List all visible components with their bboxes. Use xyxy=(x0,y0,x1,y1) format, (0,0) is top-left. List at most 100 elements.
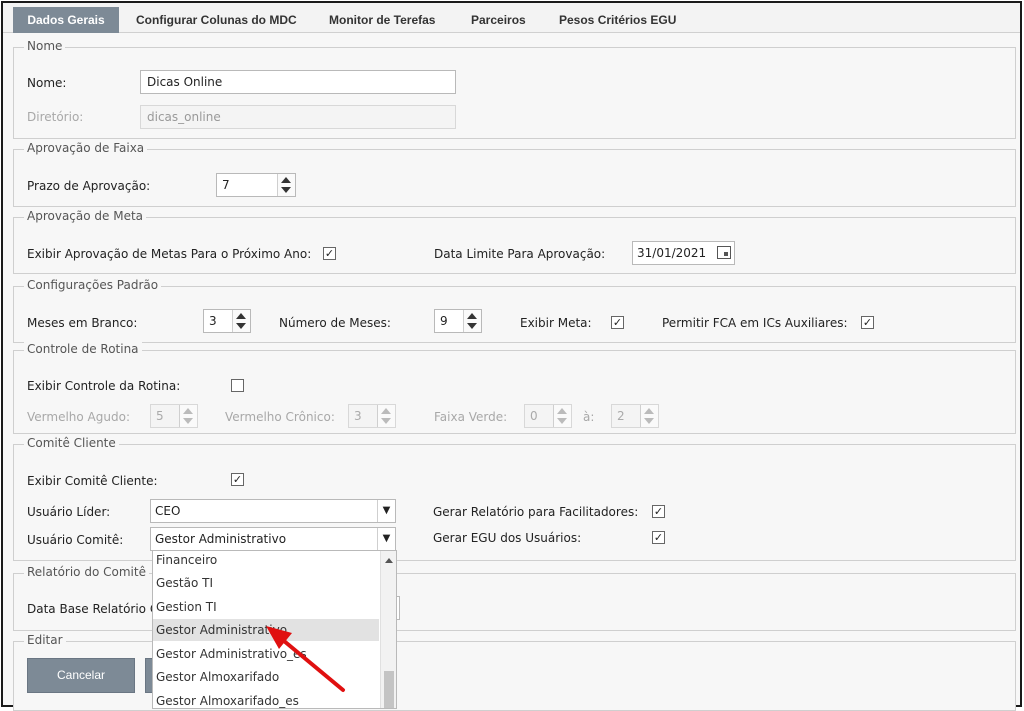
nome-label: Nome: xyxy=(27,76,67,90)
stepper-down-icon xyxy=(381,418,391,424)
stepper-up-icon xyxy=(183,408,193,414)
meses-branco-stepper[interactable]: 3 xyxy=(203,309,251,333)
app-window: Dados Gerais Configurar Colunas do MDC M… xyxy=(1,1,1022,711)
stepper-up-icon xyxy=(644,408,654,414)
dropdown-item-gestao-ti[interactable]: Gestão TI xyxy=(153,572,379,594)
dropdown-item-gestor-almoxarifado-es[interactable]: Gestor Almoxarifado_es xyxy=(153,690,379,708)
stepper-arrows[interactable] xyxy=(232,310,250,332)
vermelho-agudo-value: 5 xyxy=(156,409,164,423)
gerar-egu-label: Gerar EGU dos Usuários: xyxy=(433,531,582,545)
usuario-lider-label: Usuário Líder: xyxy=(27,505,111,519)
stepper-arrows xyxy=(640,405,658,427)
chevron-down-icon[interactable]: ▼ xyxy=(377,500,395,522)
vermelho-cronico-stepper: 3 xyxy=(348,404,396,428)
group-comite-cliente: Comitê Cliente Exibir Comitê Cliente: ✓ … xyxy=(13,436,1016,561)
scroll-up-icon[interactable] xyxy=(385,558,393,563)
nome-input[interactable]: Dicas Online xyxy=(140,70,456,94)
usuario-comite-dropdown[interactable]: Financeiro Gestão TI Gestion TI Gestor A… xyxy=(152,550,397,709)
tab-parceiros[interactable]: Parceiros xyxy=(471,7,526,33)
stepper-up-icon[interactable] xyxy=(236,313,246,319)
usuario-lider-value: CEO xyxy=(155,504,181,518)
stepper-down-icon[interactable] xyxy=(281,187,291,193)
exibir-meta-label: Exibir Meta: xyxy=(520,316,592,330)
faixa-verde-label: Faixa Verde: xyxy=(434,410,508,424)
data-base-relatorio-label: Data Base Relatório C xyxy=(27,602,159,616)
prazo-aprovacao-label: Prazo de Aprovação: xyxy=(27,179,151,193)
scrollbar-thumb[interactable] xyxy=(384,671,394,708)
exibir-comite-checkbox[interactable]: ✓ xyxy=(231,473,244,486)
chevron-down-icon[interactable]: ▼ xyxy=(377,528,395,550)
exibir-aprovacao-metas-checkbox[interactable]: ✓ xyxy=(323,247,336,260)
usuario-comite-label: Usuário Comitê: xyxy=(27,533,124,547)
stepper-down-icon[interactable] xyxy=(467,323,477,329)
group-comite-legend: Comitê Cliente xyxy=(24,436,119,450)
exibir-meta-checkbox[interactable]: ✓ xyxy=(611,316,624,329)
dropdown-item-gestor-administrativo-es[interactable]: Gestor Administrativo_es xyxy=(153,643,379,665)
stepper-arrows xyxy=(179,405,197,427)
stepper-down-icon xyxy=(557,418,567,424)
dropdown-item-financeiro[interactable]: Financeiro xyxy=(153,551,379,571)
group-nome: Nome Nome: Dicas Online Diretório: dicas… xyxy=(13,39,1016,139)
group-aprovacao-meta: Aprovação de Meta Exibir Aprovação de Me… xyxy=(13,209,1016,274)
calendar-icon[interactable] xyxy=(717,246,731,259)
stepper-arrows xyxy=(553,405,571,427)
diretorio-input: dicas_online xyxy=(140,105,456,129)
stepper-down-icon xyxy=(644,418,654,424)
prazo-aprovacao-value: 7 xyxy=(222,178,230,192)
stepper-arrows[interactable] xyxy=(277,174,295,196)
tab-pesos-criterios[interactable]: Pesos Critérios EGU xyxy=(559,7,676,33)
vermelho-agudo-label: Vermelho Agudo: xyxy=(27,410,130,424)
tab-dados-gerais[interactable]: Dados Gerais xyxy=(13,7,119,33)
exibir-controle-rotina-label: Exibir Controle da Rotina: xyxy=(27,379,181,393)
tab-bar: Dados Gerais Configurar Colunas do MDC M… xyxy=(3,3,1020,33)
dropdown-scrollbar[interactable] xyxy=(380,551,396,708)
vermelho-cronico-label: Vermelho Crônico: xyxy=(225,410,335,424)
group-controle-rotina: Controle de Rotina Exibir Controle da Ro… xyxy=(13,342,1016,434)
permitir-fca-label: Permitir FCA em ICs Auxiliares: xyxy=(662,316,848,330)
tab-configurar-colunas[interactable]: Configurar Colunas do MDC xyxy=(136,7,297,33)
faixa-verde-value: 0 xyxy=(530,409,538,423)
stepper-up-icon[interactable] xyxy=(467,313,477,319)
group-aprovacao-faixa: Aprovação de Faixa Prazo de Aprovação: 7 xyxy=(13,141,1016,207)
gerar-egu-checkbox[interactable]: ✓ xyxy=(652,531,665,544)
meses-branco-value: 3 xyxy=(209,314,217,328)
stepper-arrows xyxy=(377,405,395,427)
diretorio-label: Diretório: xyxy=(27,110,84,124)
meses-branco-label: Meses em Branco: xyxy=(27,316,138,330)
gerar-relatorio-label: Gerar Relatório para Facilitadores: xyxy=(433,505,639,519)
tab-monitor-terefas[interactable]: Monitor de Terefas xyxy=(329,7,435,33)
usuario-comite-select[interactable]: Gestor Administrativo ▼ xyxy=(150,527,396,551)
group-padrao-legend: Configurações Padrão xyxy=(24,278,162,292)
group-rotina-legend: Controle de Rotina xyxy=(24,342,142,356)
dropdown-item-gestor-almoxarifado[interactable]: Gestor Almoxarifado xyxy=(153,666,379,688)
stepper-arrows[interactable] xyxy=(463,310,481,332)
a-value: 2 xyxy=(617,409,625,423)
gerar-relatorio-checkbox[interactable]: ✓ xyxy=(652,505,665,518)
data-limite-input[interactable]: 31/01/2021 xyxy=(632,241,735,265)
stepper-up-icon[interactable] xyxy=(281,177,291,183)
exibir-controle-rotina-checkbox[interactable] xyxy=(231,379,244,392)
group-editar-legend: Editar xyxy=(24,633,66,647)
stepper-down-icon[interactable] xyxy=(236,323,246,329)
stepper-up-icon xyxy=(557,408,567,414)
exibir-aprovacao-metas-label: Exibir Aprovação de Metas Para o Próximo… xyxy=(27,247,312,261)
group-nome-legend: Nome xyxy=(24,39,66,53)
a-stepper: 2 xyxy=(611,404,659,428)
stepper-up-icon xyxy=(381,408,391,414)
group-configuracoes-padrao: Configurações Padrão Meses em Branco: 3 … xyxy=(13,278,1016,343)
vermelho-cronico-value: 3 xyxy=(354,409,362,423)
data-limite-label: Data Limite Para Aprovação: xyxy=(434,247,606,261)
numero-meses-stepper[interactable]: 9 xyxy=(434,309,482,333)
cancelar-button[interactable]: Cancelar xyxy=(27,658,135,693)
dropdown-item-gestor-administrativo[interactable]: Gestor Administrativo xyxy=(153,619,379,641)
a-label: à: xyxy=(583,410,595,424)
group-meta-legend: Aprovação de Meta xyxy=(24,209,147,223)
permitir-fca-checkbox[interactable]: ✓ xyxy=(861,316,874,329)
numero-meses-label: Número de Meses: xyxy=(279,316,391,330)
usuario-lider-select[interactable]: CEO ▼ xyxy=(150,499,396,523)
dropdown-item-gestion-ti[interactable]: Gestion TI xyxy=(153,596,379,618)
group-relatorio-legend: Relatório do Comitê xyxy=(24,565,149,579)
faixa-verde-stepper: 0 xyxy=(524,404,572,428)
prazo-aprovacao-stepper[interactable]: 7 xyxy=(216,173,296,197)
group-faixa-legend: Aprovação de Faixa xyxy=(24,141,148,155)
